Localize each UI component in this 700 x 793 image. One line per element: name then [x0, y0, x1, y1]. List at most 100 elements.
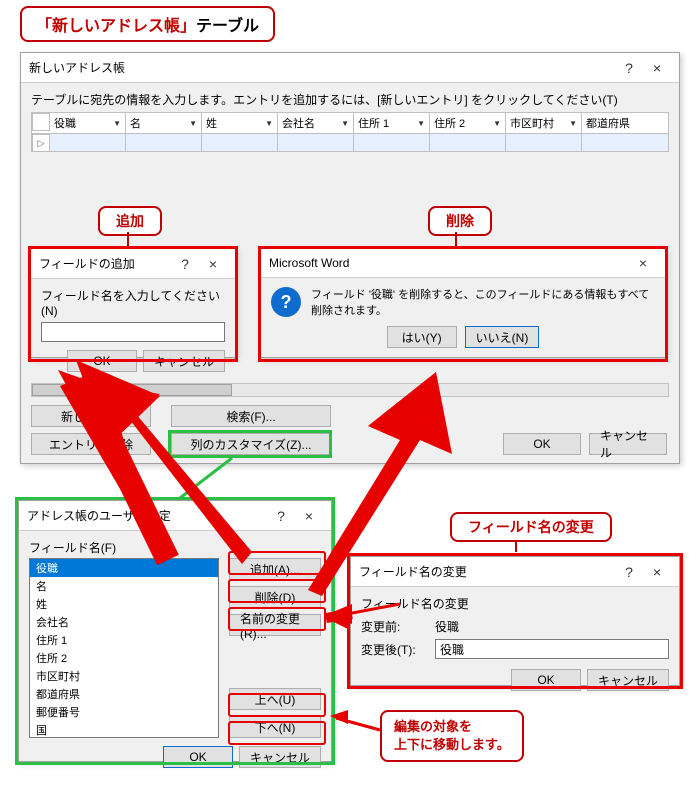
- cancel-button[interactable]: キャンセル: [239, 746, 321, 768]
- column-header[interactable]: 姓▼: [202, 113, 278, 133]
- user-config-body: フィールド名(F) 役職名姓会社名住所 1住所 2市区町村都道府県郵便番号国自宅…: [19, 531, 331, 776]
- scrollbar-horizontal[interactable]: [31, 383, 669, 397]
- rename-heading: フィールド名の変更: [361, 595, 669, 612]
- delete-dialog-titlebar: Microsoft Word ×: [261, 249, 665, 278]
- chevron-down-icon: ▼: [493, 119, 501, 128]
- no-button[interactable]: いいえ(N): [465, 326, 540, 348]
- rename-dialog-title-text: フィールド名の変更: [359, 563, 615, 580]
- move-down-button[interactable]: 下へ(N): [229, 716, 321, 738]
- callout-move-note: 編集の対象を 上下に移動します。: [380, 710, 524, 762]
- list-item[interactable]: 住所 2: [30, 649, 218, 667]
- cancel-button[interactable]: キャンセル: [143, 350, 225, 372]
- help-icon[interactable]: ?: [267, 508, 295, 524]
- new-entry-button[interactable]: 新しいエン: [31, 405, 151, 427]
- question-icon: ?: [271, 287, 301, 317]
- annotation-red-text: 「新しいアドレス帳」: [36, 18, 196, 35]
- close-icon[interactable]: ×: [199, 256, 227, 272]
- after-label: 変更後(T):: [361, 641, 429, 658]
- user-config-titlebar: アドレス帳のユーザー設定 ? ×: [19, 501, 331, 531]
- help-icon[interactable]: ?: [171, 256, 199, 272]
- list-item[interactable]: 郵便番号: [30, 703, 218, 721]
- callout-rename: フィールド名の変更: [450, 512, 612, 542]
- cancel-button[interactable]: キャンセル: [587, 669, 669, 691]
- delete-button[interactable]: 削除(D): [229, 586, 321, 608]
- close-icon[interactable]: ×: [629, 255, 657, 271]
- table-cell[interactable]: [50, 134, 126, 151]
- list-item[interactable]: 市区町村: [30, 667, 218, 685]
- field-listbox[interactable]: 役職名姓会社名住所 1住所 2市区町村都道府県郵便番号国自宅電話番号勤務先電話番…: [29, 558, 219, 738]
- ok-button[interactable]: OK: [163, 746, 233, 768]
- column-header[interactable]: 都道府県: [582, 113, 668, 133]
- table-cell[interactable]: [506, 134, 582, 151]
- table-cell[interactable]: [202, 134, 278, 151]
- list-item[interactable]: 住所 1: [30, 631, 218, 649]
- annotation-rest-text: テーブル: [196, 18, 259, 35]
- rename-button[interactable]: 名前の変更(R)...: [229, 614, 321, 636]
- table-row[interactable]: ▷: [31, 134, 669, 152]
- table-cell[interactable]: [430, 134, 506, 151]
- table-cell[interactable]: [582, 134, 668, 151]
- add-button[interactable]: 追加(A)...: [229, 558, 321, 580]
- column-header[interactable]: 役職▼: [50, 113, 126, 133]
- rename-dialog: フィールド名の変更 ? × フィールド名の変更 変更前:役職 変更後(T): O…: [350, 556, 680, 686]
- list-item[interactable]: 都道府県: [30, 685, 218, 703]
- rename-dialog-body: フィールド名の変更 変更前: 役職 変更後(T): OK キャンセル: [351, 587, 679, 699]
- ok-button[interactable]: OK: [503, 433, 581, 455]
- before-value: 役職: [435, 618, 459, 635]
- help-icon[interactable]: ?: [615, 60, 643, 76]
- after-input[interactable]: [435, 639, 669, 659]
- add-field-input[interactable]: [41, 322, 225, 342]
- field-list-label: フィールド名(F): [29, 539, 321, 556]
- list-item[interactable]: 役職: [30, 559, 218, 577]
- chevron-down-icon: ▼: [265, 119, 273, 128]
- main-title-text: 新しいアドレス帳: [29, 59, 615, 76]
- move-up-button[interactable]: 上へ(U): [229, 688, 321, 710]
- cancel-button[interactable]: キャンセル: [589, 433, 667, 455]
- user-config-dialog: アドレス帳のユーザー設定 ? × フィールド名(F) 役職名姓会社名住所 1住所…: [18, 500, 332, 762]
- list-item[interactable]: 姓: [30, 595, 218, 613]
- close-icon[interactable]: ×: [643, 60, 671, 76]
- close-icon[interactable]: ×: [643, 564, 671, 580]
- table-cell[interactable]: [354, 134, 430, 151]
- column-header[interactable]: 住所 1▼: [354, 113, 430, 133]
- column-header[interactable]: 会社名▼: [278, 113, 354, 133]
- help-icon[interactable]: ?: [615, 564, 643, 580]
- ok-button[interactable]: OK: [67, 350, 137, 372]
- instruction-text: テーブルに宛先の情報を入力します。エントリを追加するには、[新しいエントリ] を…: [31, 91, 669, 108]
- close-icon[interactable]: ×: [295, 508, 323, 524]
- list-item[interactable]: 会社名: [30, 613, 218, 631]
- table-cell[interactable]: [126, 134, 202, 151]
- callout-delete: 削除: [428, 206, 492, 236]
- yes-button[interactable]: はい(Y): [387, 326, 457, 348]
- delete-entry-button[interactable]: エントリの削除: [31, 433, 151, 455]
- find-button[interactable]: 検索(F)...: [171, 405, 331, 427]
- add-dialog-titlebar: フィールドの追加 ? ×: [31, 249, 235, 279]
- table-header: 役職▼ 名▼ 姓▼ 会社名▼ 住所 1▼ 住所 2▼ 市区町村▼ 都道府県: [31, 112, 669, 134]
- list-item[interactable]: 名: [30, 577, 218, 595]
- chevron-down-icon: ▼: [417, 119, 425, 128]
- add-field-dialog: フィールドの追加 ? × フィールド名を入力してください(N) OK キャンセル: [30, 248, 236, 358]
- customize-columns-button[interactable]: 列のカスタマイズ(Z)...: [171, 433, 331, 455]
- delete-dialog-body: ? フィールド '役職' を削除すると、このフィールドにある情報もすべて削除され…: [261, 278, 665, 326]
- before-label: 変更前:: [361, 618, 429, 635]
- row-handle[interactable]: ▷: [32, 134, 50, 152]
- add-dialog-title-text: フィールドの追加: [39, 255, 171, 272]
- column-header[interactable]: 市区町村▼: [506, 113, 582, 133]
- note-line2: 上下に移動します。: [394, 737, 510, 752]
- column-header[interactable]: 住所 2▼: [430, 113, 506, 133]
- chevron-down-icon: ▼: [189, 119, 197, 128]
- scrollbar-thumb[interactable]: [32, 384, 232, 396]
- rename-dialog-titlebar: フィールド名の変更 ? ×: [351, 557, 679, 587]
- delete-message: フィールド '役職' を削除すると、このフィールドにある情報もすべて削除されます…: [311, 286, 655, 318]
- main-titlebar: 新しいアドレス帳 ? ×: [21, 53, 679, 83]
- table-cell[interactable]: [278, 134, 354, 151]
- list-item[interactable]: 国: [30, 721, 218, 738]
- chevron-down-icon: ▼: [113, 119, 121, 128]
- chevron-down-icon: ▼: [569, 119, 577, 128]
- user-config-title-text: アドレス帳のユーザー設定: [27, 507, 267, 524]
- delete-confirm-dialog: Microsoft Word × ? フィールド '役職' を削除すると、このフ…: [260, 248, 666, 358]
- ok-button[interactable]: OK: [511, 669, 581, 691]
- column-header[interactable]: 名▼: [126, 113, 202, 133]
- add-dialog-body: フィールド名を入力してください(N) OK キャンセル: [31, 279, 235, 380]
- add-field-label: フィールド名を入力してください(N): [41, 287, 225, 318]
